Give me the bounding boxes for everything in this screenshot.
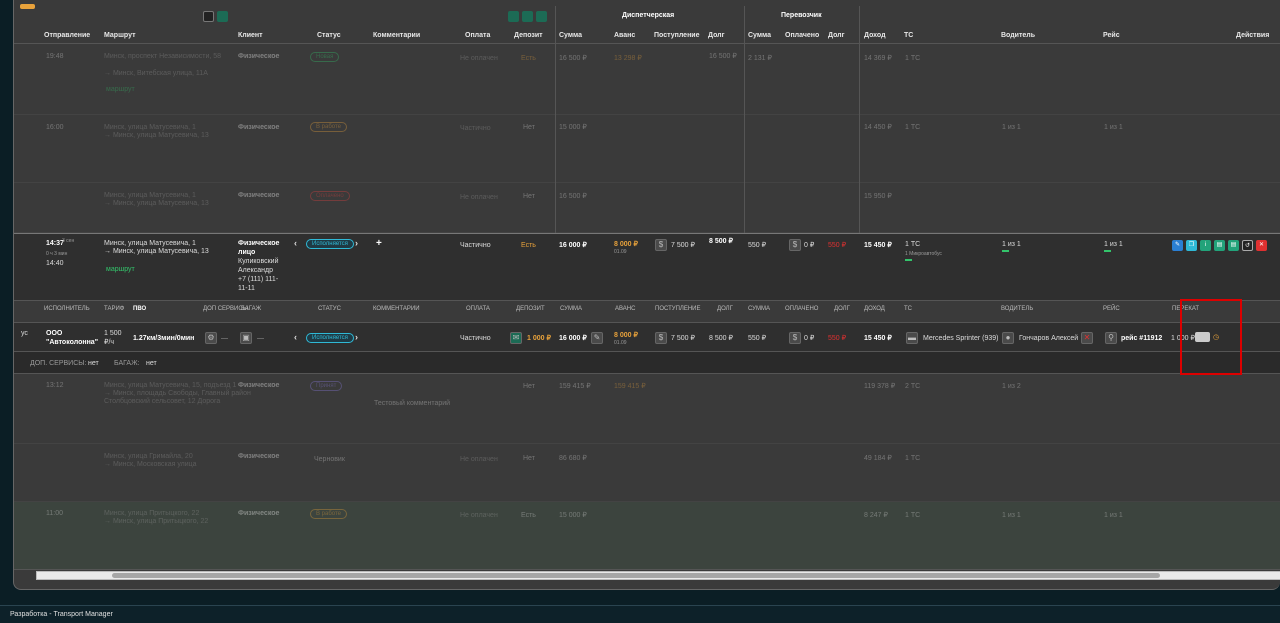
next-status-icon[interactable]: › [355, 238, 358, 248]
dollar-icon[interactable]: $ [655, 239, 667, 251]
col-departure[interactable]: Отправление [44, 32, 90, 39]
delete-icon[interactable]: ✕ [1256, 240, 1267, 251]
flag-badge [20, 4, 35, 9]
doc-icon[interactable]: ▤ [1214, 240, 1225, 251]
taskbar: Разработка - Transport Manager [0, 605, 1280, 623]
export-icon[interactable] [217, 11, 228, 22]
col-client[interactable]: Клиент [238, 32, 263, 39]
route-map-link[interactable]: маршрут [106, 265, 135, 274]
col-vehicle[interactable]: ТС [904, 32, 913, 39]
col-comments[interactable]: Комментарии [373, 32, 420, 39]
sub-table-row[interactable]: ус ООО "Автоколонна" 1 500 ₽/ч 1.27км/3м… [14, 322, 1280, 352]
main-window: Диспетчерская Перевозчик Отправление Мар… [13, 0, 1280, 590]
col-c-paid[interactable]: Оплачено [785, 32, 819, 39]
dollar-icon[interactable]: $ [789, 239, 801, 251]
dollar-icon[interactable]: $ [655, 332, 667, 344]
filter-icon[interactable] [203, 11, 214, 22]
pin-icon[interactable]: ⚲ [1105, 332, 1117, 344]
col-trip[interactable]: Рейс [1103, 32, 1120, 39]
money-icon[interactable] [522, 11, 533, 22]
col-debt[interactable]: Долг [708, 32, 725, 39]
col-sum[interactable]: Сумма [559, 32, 582, 39]
prev-status-icon[interactable]: ‹ [294, 332, 297, 342]
col-status[interactable]: Статус [317, 32, 341, 39]
col-deposit[interactable]: Депозит [514, 32, 543, 39]
add-comment-icon[interactable]: + [376, 239, 382, 249]
table-row[interactable]: 16:00 Минск, улица Матусевича, 1 → Минск… [14, 115, 1280, 183]
next-status-icon[interactable]: › [355, 332, 358, 342]
status-badge[interactable]: Исполняется [306, 239, 354, 249]
file-icon[interactable]: ▤ [1228, 240, 1239, 251]
highlight-perekat [1180, 299, 1242, 375]
col-route[interactable]: Маршрут [104, 32, 136, 39]
col-actions: Действия [1236, 32, 1270, 39]
trip-link[interactable]: рейс #11912 [1121, 334, 1162, 343]
remove-driver-icon[interactable]: ✕ [1081, 332, 1093, 344]
col-c-debt[interactable]: Долг [828, 32, 845, 39]
extra-line: ДОП. СЕРВИСЫ: нет БАГАЖ: нет [14, 352, 1280, 374]
taskbar-title: Разработка - Transport Manager [10, 611, 113, 618]
edit-icon[interactable]: ✎ [1172, 240, 1183, 251]
pencil-icon[interactable]: ✎ [591, 332, 603, 344]
copy-icon[interactable]: ❐ [1186, 240, 1197, 251]
col-payment[interactable]: Оплата [465, 32, 490, 39]
info-icon[interactable]: i [1200, 240, 1211, 251]
services-gear-icon[interactable]: ⚙ [205, 332, 217, 344]
table-header: Отправление Маршрут Клиент Статус Коммен… [14, 28, 1280, 44]
group-dispatch: Диспетчерская [622, 12, 675, 19]
col-income[interactable]: Поступление [654, 32, 700, 39]
table-row-active[interactable]: 14:37 3 сен 0 ч 3 мин 14:40 Минск, улица… [14, 233, 1280, 301]
table-row[interactable]: 13:12 Минск, улица Матусевича, 15, подъе… [14, 374, 1280, 444]
dollar-icon[interactable]: $ [789, 332, 801, 344]
chat-icon[interactable] [508, 11, 519, 22]
table-row[interactable]: Минск, улица Гримайла, 20 → Минск, Моско… [14, 444, 1280, 502]
table-row[interactable]: 11:00 Минск, улица Притыцкого, 22 → Минс… [14, 502, 1280, 570]
car-icon[interactable]: ▬ [906, 332, 918, 344]
scroll-thumb[interactable] [112, 573, 1160, 578]
col-advance[interactable]: Аванс [614, 32, 635, 39]
deposit-icon[interactable]: ✉ [510, 332, 522, 344]
prev-status-icon[interactable]: ‹ [294, 238, 297, 248]
col-driver[interactable]: Водитель [1001, 32, 1035, 39]
tick-icon[interactable] [536, 11, 547, 22]
person-icon[interactable]: ● [1002, 332, 1014, 344]
baggage-icon[interactable]: ▣ [240, 332, 252, 344]
table-row[interactable]: Минск, улица Матусевича, 1 → Минск, улиц… [14, 183, 1280, 233]
history-icon[interactable]: ↺ [1242, 240, 1253, 251]
vehicle-name[interactable]: Mercedes Sprinter (939) [923, 334, 998, 343]
group-carrier: Перевозчик [781, 12, 822, 19]
col-profit[interactable]: Доход [864, 32, 886, 39]
table-row[interactable]: 19:48 Минск, проспект Независимости, 58 … [14, 45, 1280, 115]
col-c-sum[interactable]: Сумма [748, 32, 771, 39]
driver-name[interactable]: Гончаров Алексей [1019, 334, 1078, 343]
